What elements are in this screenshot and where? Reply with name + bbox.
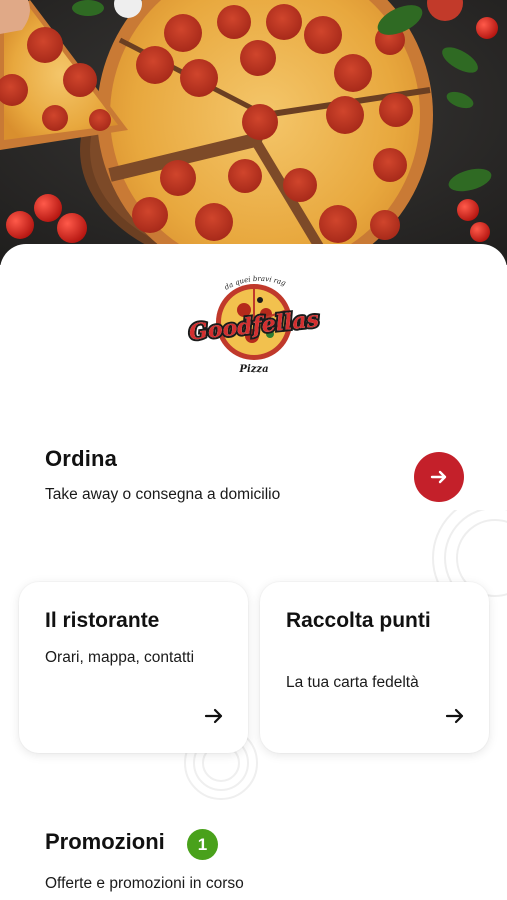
card-title: Il ristorante (45, 609, 160, 632)
promozioni-subtitle: Offerte e promozioni in corso (45, 875, 244, 892)
ordina-subtitle: Take away o consegna a domicilio (45, 486, 281, 503)
goodfellas-logo: da quei bravi ragazzi Goodfellas Goodfel… (179, 264, 326, 382)
card-raccolta-punti[interactable]: Raccolta punti La tua carta fedeltà (260, 582, 489, 753)
promozioni-title[interactable]: Promozioni (45, 829, 165, 855)
card-ristorante[interactable]: Il ristorante Orari, mappa, contatti (19, 582, 248, 753)
arrow-right-icon (204, 708, 223, 724)
ordina-button[interactable] (414, 452, 464, 502)
arrow-right-icon (445, 708, 464, 724)
hero-pizza-image (0, 0, 507, 265)
card-title: Raccolta punti (286, 609, 431, 632)
promozioni-count-badge: 1 (187, 829, 218, 860)
card-subtitle: Orari, mappa, contatti (45, 649, 195, 666)
arrow-right-icon (430, 470, 447, 484)
ordina-title: Ordina (45, 446, 118, 471)
pizza-illustration (0, 0, 507, 265)
card-subtitle: La tua carta fedeltà (286, 674, 419, 691)
logo-subtitle: Pizza (238, 364, 268, 375)
